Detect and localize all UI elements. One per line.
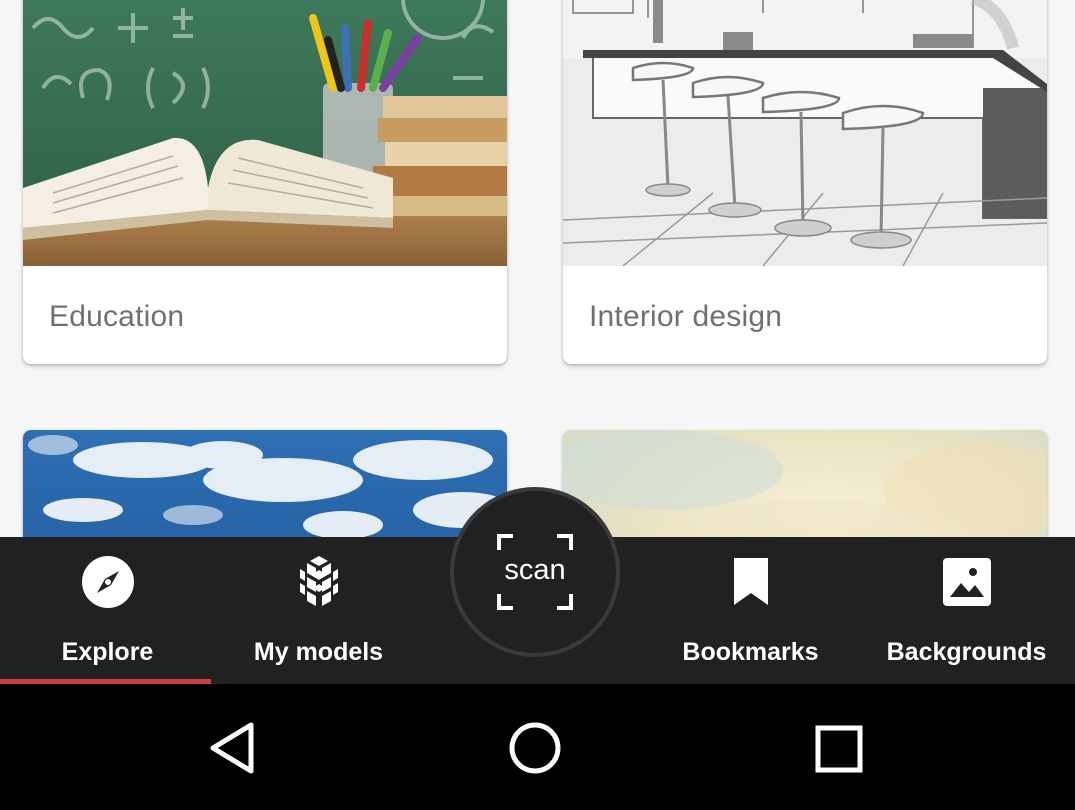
scan-label: scan [504,554,566,586]
category-image-interior-design [563,0,1047,266]
category-card-interior-design[interactable]: Interior design [563,0,1047,364]
category-label: Education [49,300,185,333]
nav-label-my-models: My models [253,638,384,666]
bookmark-icon [724,555,778,609]
cubes-icon [292,555,346,609]
category-card-education[interactable]: Education [23,0,507,364]
app-screen: Education Interior design Explore My mod… [0,0,1075,810]
compass-icon [81,555,135,609]
nav-tab-bookmarks[interactable]: Bookmarks [643,537,858,684]
nav-label-explore: Explore [61,638,154,666]
nav-tab-my-models[interactable]: My models [211,537,426,684]
scan-button[interactable]: scan [450,487,620,657]
image-icon [940,555,994,609]
category-label: Interior design [589,300,783,333]
nav-tab-explore[interactable]: Explore [0,537,215,684]
home-circle-icon[interactable] [508,721,562,775]
category-image-education [23,0,507,266]
system-navigation-bar [0,684,1075,810]
back-triangle-icon[interactable] [205,721,261,775]
nav-label-backgrounds: Backgrounds [886,638,1047,666]
nav-label-bookmarks: Bookmarks [682,638,819,666]
nav-tab-backgrounds[interactable]: Backgrounds [859,537,1074,684]
recents-square-icon[interactable] [814,724,864,774]
